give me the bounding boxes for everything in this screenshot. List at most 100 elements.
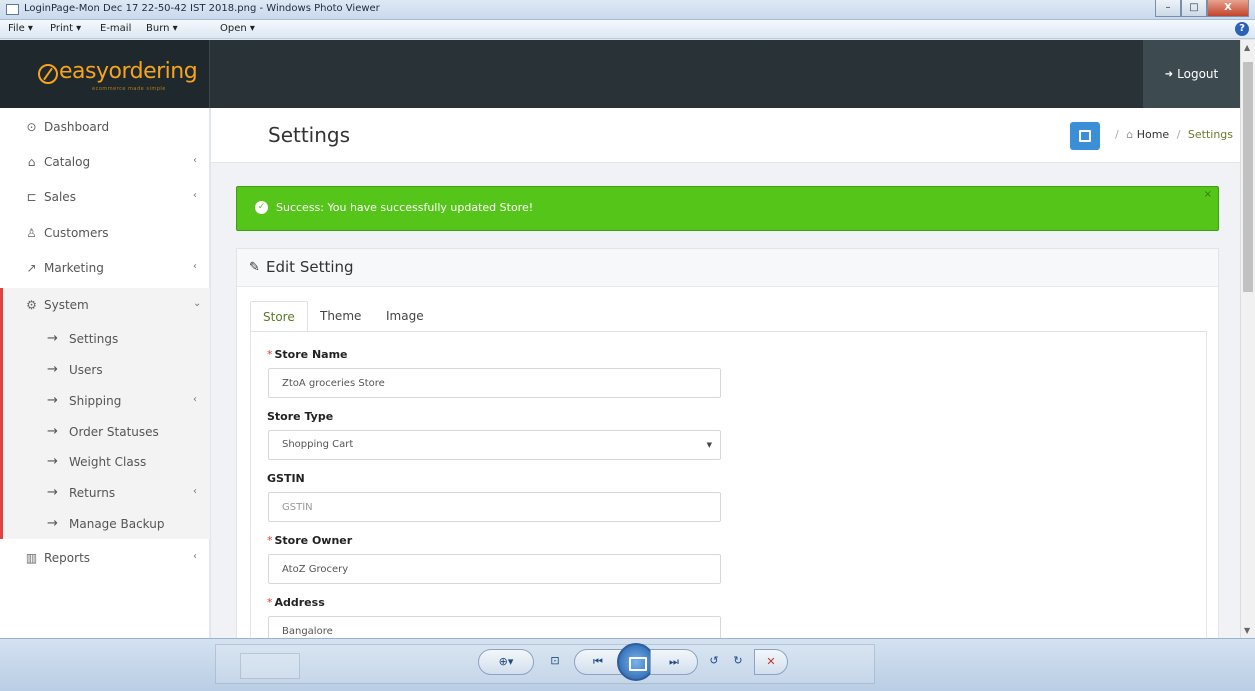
store-type-select[interactable]: Shopping Cart ▼ — [268, 430, 721, 460]
sidebar-subitem-label: Returns — [69, 486, 116, 500]
breadcrumb-separator: / — [1115, 128, 1119, 141]
required-marker: * — [267, 534, 273, 547]
tag-icon: ⌂ — [27, 155, 36, 169]
dashboard-icon: ⊙ — [26, 120, 37, 134]
tab-theme[interactable]: Theme — [308, 301, 373, 332]
gstin-field[interactable] — [268, 492, 721, 522]
sidebar-item-dashboard[interactable]: ⊙ Dashboard — [0, 110, 210, 144]
rotate-clockwise-button[interactable]: ↻ — [726, 649, 750, 675]
menu-email[interactable]: E-mail — [100, 23, 131, 34]
sidebar-subitem-users[interactable]: → Users — [0, 354, 210, 385]
alert-message: Success: You have successfully updated S… — [276, 201, 534, 214]
pencil-icon: ✎ — [249, 260, 260, 275]
sidebar-item-sales[interactable]: ⊏ Sales ‹ — [0, 180, 210, 214]
tab-store[interactable]: Store — [250, 301, 308, 332]
help-icon[interactable]: ? — [1235, 22, 1249, 36]
menu-print[interactable]: Print ▾ — [50, 23, 81, 34]
arrow-right-icon: → — [47, 485, 58, 500]
previous-button[interactable]: ⏮ — [574, 649, 622, 675]
logout-icon: ➜ — [1164, 68, 1174, 80]
share-icon: ↗ — [26, 261, 37, 275]
sidebar-item-customers[interactable]: ♙ Customers — [0, 216, 210, 250]
cart-icon: ⊏ — [26, 190, 37, 204]
sidebar-item-system[interactable]: ⚙ System ⌄ — [0, 288, 210, 322]
sidebar-item-label: Catalog — [44, 155, 91, 169]
sidebar-subitem-label: Users — [69, 363, 103, 377]
rotate-counterclockwise-button[interactable]: ↺ — [702, 649, 726, 675]
zoom-button[interactable]: ⊕▾ — [478, 649, 534, 675]
photo-viewer-icon — [6, 4, 19, 15]
store-owner-field[interactable] — [268, 554, 721, 584]
sidebar-subitem-returns[interactable]: → Returns ‹ — [0, 477, 210, 508]
sidebar-item-label: Reports — [44, 551, 91, 565]
viewer-toolbar: ⊕▾ ⊡ ⏮ ⏭ ↺ ↻ ✕ — [0, 638, 1255, 691]
bar-chart-icon: ▥ — [25, 551, 38, 565]
delete-button[interactable]: ✕ — [754, 649, 788, 675]
logo-mark-icon — [38, 64, 58, 84]
logo-tagline: ecommerce made simple — [92, 86, 166, 92]
close-icon[interactable]: × — [1204, 189, 1212, 200]
arrow-right-icon: → — [47, 331, 58, 346]
arrow-right-icon: → — [47, 362, 58, 377]
sidebar-subitem-order-statuses[interactable]: → Order Statuses — [0, 416, 210, 447]
gstin-label: GSTIN — [267, 472, 305, 485]
menu-burn[interactable]: Burn ▾ — [146, 23, 178, 34]
chevron-left-icon: ‹ — [193, 486, 197, 497]
sidebar-item-catalog[interactable]: ⌂ Catalog ‹ — [0, 145, 210, 179]
store-name-label: * Store Name — [267, 348, 348, 361]
tab-image[interactable]: Image — [374, 301, 436, 332]
sidebar-subitem-settings[interactable]: → Settings — [0, 323, 210, 354]
sidebar-item-label: Sales — [44, 190, 76, 204]
breadcrumb: / ⌂ Home / Settings — [1111, 128, 1233, 141]
home-icon: ⌂ — [1126, 128, 1134, 141]
menu-file[interactable]: File ▾ — [8, 23, 33, 34]
viewer-title-bar: LoginPage-Mon Dec 17 22-50-42 IST 2018.p… — [0, 0, 1255, 20]
sidebar-subitem-manage-backup[interactable]: → Manage Backup — [0, 508, 210, 539]
logout-button[interactable]: ➜ Logout — [1143, 40, 1240, 108]
check-circle-icon: ✓ — [255, 201, 268, 214]
sidebar-item-reports[interactable]: ▥ Reports ‹ — [0, 541, 210, 575]
sidebar-subitem-shipping[interactable]: → Shipping ‹ — [0, 385, 210, 416]
menu-open[interactable]: Open ▾ — [220, 23, 255, 34]
logo[interactable]: easyordering ecommerce made simple — [0, 40, 210, 108]
breadcrumb-current-link[interactable]: Settings — [1188, 128, 1233, 141]
sidebar-subitem-weight-class[interactable]: → Weight Class — [0, 446, 210, 477]
page-scrollbar[interactable]: ▲ ▼ — [1240, 40, 1255, 638]
store-name-field[interactable] — [268, 368, 721, 398]
caret-down-icon: ▼ — [706, 441, 712, 449]
sidebar-subitem-label: Shipping — [69, 394, 122, 408]
address-field[interactable] — [268, 616, 721, 638]
sidebar-item-marketing[interactable]: ↗ Marketing ‹ — [0, 251, 210, 285]
required-marker: * — [267, 348, 273, 361]
next-button[interactable]: ⏭ — [650, 649, 698, 675]
scrollbar-thumb[interactable] — [1243, 62, 1253, 292]
background-reflection — [240, 653, 300, 679]
window-buttons: – □ X — [1155, 0, 1249, 18]
arrow-right-icon: → — [47, 393, 58, 408]
chevron-left-icon: ‹ — [193, 551, 197, 562]
scroll-up-icon[interactable]: ▲ — [1244, 43, 1250, 52]
chevron-left-icon: ‹ — [193, 261, 197, 272]
panel-title: Edit Setting — [266, 258, 354, 276]
breadcrumb-separator: / — [1176, 128, 1181, 141]
scroll-down-icon[interactable]: ▼ — [1244, 626, 1250, 635]
sidebar-subitem-label: Order Statuses — [69, 425, 159, 439]
save-icon — [1079, 130, 1091, 142]
sidebar-subitem-label: Weight Class — [69, 455, 147, 469]
save-button[interactable] — [1070, 122, 1100, 150]
close-window-button[interactable]: X — [1207, 0, 1249, 17]
chevron-left-icon: ‹ — [193, 155, 197, 166]
actual-size-button[interactable]: ⊡ — [540, 649, 570, 675]
sidebar-subitem-label: Settings — [69, 332, 119, 346]
viewer-menu-bar: File ▾ Print ▾ E-mail Burn ▾ Open ▾ ? — [0, 20, 1255, 39]
sidebar-system-group: ⚙ System ⌄ → Settings → Users → Shipping… — [0, 288, 210, 539]
sidebar-subitem-label: Manage Backup — [69, 517, 165, 531]
sidebar-item-label: Customers — [44, 226, 109, 240]
app-top-bar: easyordering ecommerce made simple ➜ Log… — [0, 40, 1240, 108]
chevron-left-icon: ‹ — [193, 394, 197, 405]
user-icon: ♙ — [26, 226, 37, 240]
page-header: Settings / ⌂ Home / Settings — [211, 108, 1240, 163]
minimize-button[interactable]: – — [1155, 0, 1181, 17]
maximize-button[interactable]: □ — [1181, 0, 1207, 17]
breadcrumb-home-link[interactable]: Home — [1137, 128, 1169, 141]
